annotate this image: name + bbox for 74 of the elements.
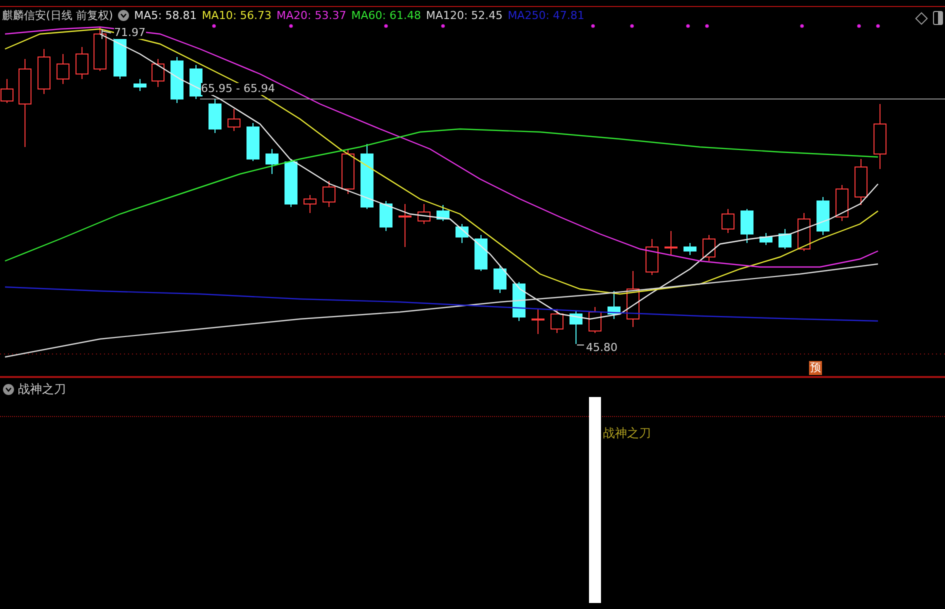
candlestick: [342, 148, 354, 194]
candlestick: [190, 64, 202, 100]
candlestick: [134, 78, 146, 92]
candlestick: [626, 270, 640, 328]
candlestick: [532, 308, 544, 334]
candlestick: [114, 36, 126, 80]
signal-dot: [212, 24, 216, 28]
candlestick: [284, 158, 298, 208]
signal-dot: [800, 24, 804, 28]
candlestick: [436, 204, 450, 222]
candlestick: [76, 46, 88, 80]
candlestick: [246, 122, 260, 162]
candlestick: [418, 204, 430, 224]
signal-dot: [289, 24, 293, 28]
candlestick: [380, 200, 392, 232]
candlestick: [588, 306, 602, 334]
candlestick: [874, 104, 886, 170]
signal-dot: [857, 24, 861, 28]
moving-average-label: MA5: 58.81: [134, 9, 197, 22]
candlestick: [494, 264, 506, 294]
chart-title: 麒麟信安(日线 前复权): [2, 9, 114, 22]
moving-average-label: MA10: 56.73: [202, 9, 272, 22]
candlestick: [608, 290, 620, 320]
candlestick: [474, 234, 488, 272]
dropdown-icon[interactable]: [118, 10, 130, 21]
candlestick: [512, 282, 526, 322]
candlestick: [304, 194, 316, 214]
candlestick: [0, 78, 14, 104]
candlestick: [684, 242, 696, 256]
candlestick: [722, 208, 734, 234]
candlestick: [456, 224, 468, 244]
signal-dot: [384, 24, 388, 28]
signal-dot: [441, 24, 445, 28]
candlestick: [778, 228, 792, 250]
candlestick: [208, 98, 222, 134]
candlestick: [664, 230, 678, 256]
signal-dot: [630, 24, 634, 28]
candlestick: [836, 184, 848, 222]
moving-average-label: MA120: 52.45: [426, 9, 503, 22]
forecast-badge: 预: [809, 361, 822, 375]
candlestick: [228, 108, 240, 132]
candlestick: [854, 158, 868, 206]
panel-icon[interactable]: [933, 11, 943, 25]
candlestick: [740, 208, 754, 244]
candlestick: [56, 54, 70, 84]
indicator-title: 战神之刀: [18, 381, 66, 398]
candlestick: [702, 234, 716, 262]
moving-average-label: MA20: 53.37: [276, 9, 346, 22]
signal-dot: [686, 24, 690, 28]
candlestick: [266, 148, 278, 174]
moving-average-label: MA60: 61.48: [351, 9, 421, 22]
low-price-label: 45.80: [586, 340, 618, 356]
dropdown-icon[interactable]: [3, 384, 14, 394]
high-pointer-line: [102, 28, 112, 40]
candlestick: [646, 238, 658, 276]
signal-dot: [591, 24, 595, 28]
signal-dot: [876, 24, 880, 28]
candlestick: [152, 58, 164, 88]
candlestick: [38, 48, 50, 94]
candlestick: [94, 26, 106, 72]
candlestick: [322, 180, 336, 208]
signal-bar-label: 战神之刀: [603, 425, 651, 442]
level-line-label: 65.95 - 65.94: [201, 83, 275, 95]
signal-dot: [705, 24, 709, 28]
candlestick: [798, 212, 810, 252]
candlestick: [170, 56, 184, 104]
candlestick: [398, 204, 412, 248]
candlestick: [360, 144, 374, 210]
candlestick: [816, 196, 830, 236]
candlestick: [550, 308, 564, 334]
candlestick: [760, 232, 772, 246]
high-price-label: 71.97: [114, 27, 146, 39]
candlestick: [570, 310, 582, 344]
moving-average-label: MA250: 47.81: [508, 9, 584, 22]
